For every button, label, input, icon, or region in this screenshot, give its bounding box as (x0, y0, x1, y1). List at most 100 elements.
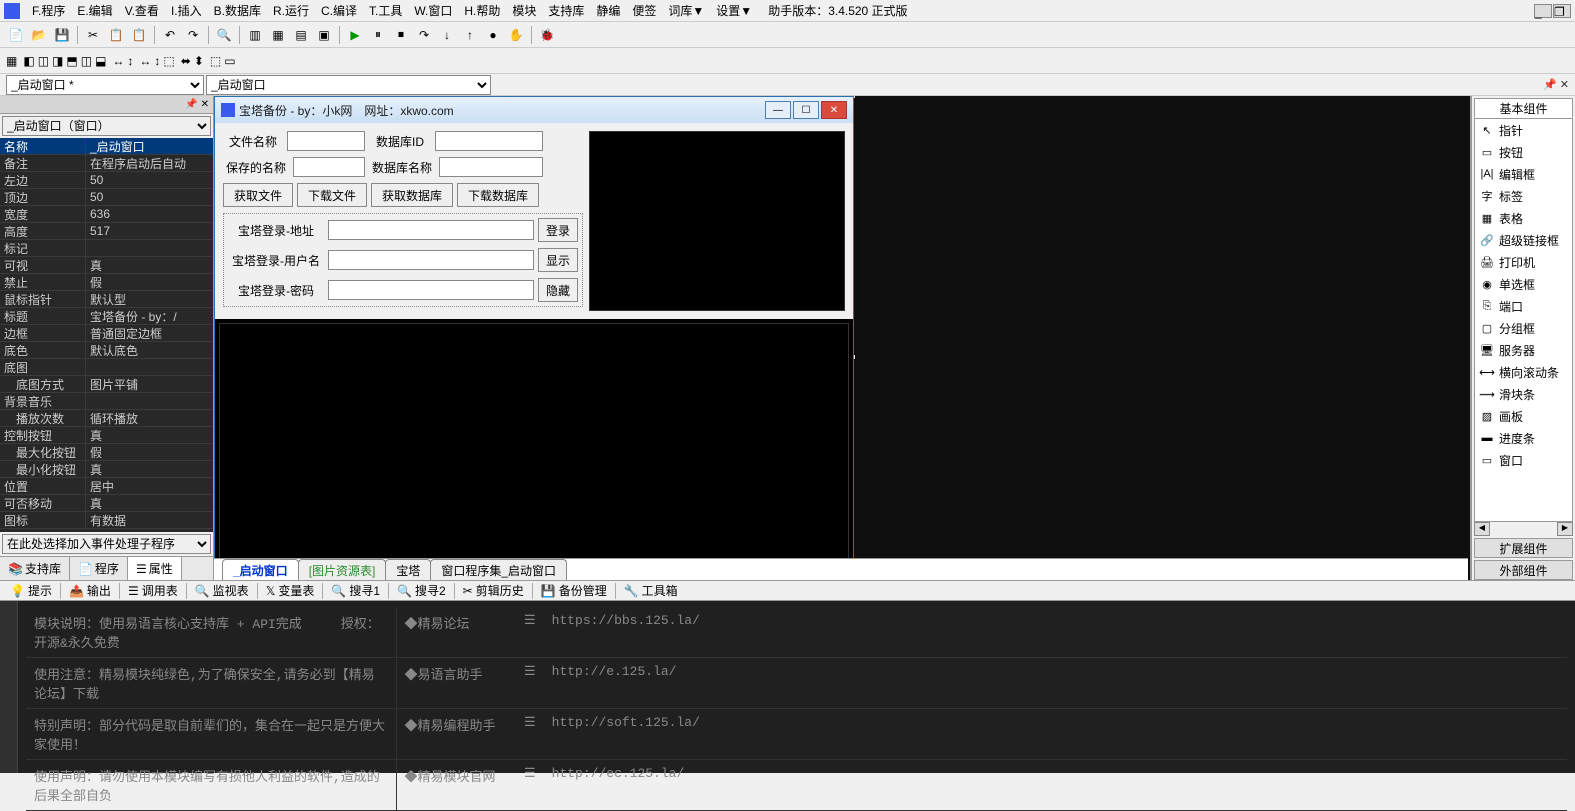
property-row[interactable]: 顶边50 (0, 189, 213, 206)
menu-settings[interactable]: 设置▼ (710, 2, 758, 19)
property-value[interactable]: 假 (86, 274, 213, 290)
menu-insert[interactable]: I.插入 (165, 2, 208, 19)
property-value[interactable]: 50 (86, 172, 213, 188)
hand-icon[interactable]: ✋ (506, 25, 526, 45)
tab-program[interactable]: 📄程序 (70, 557, 128, 580)
window-select1[interactable]: _启动窗口 * (6, 75, 204, 95)
bug-icon[interactable]: 🐞 (537, 25, 557, 45)
property-row[interactable]: 位置居中 (0, 478, 213, 495)
input-dbid[interactable] (435, 131, 543, 151)
out-calltable[interactable]: ☰调用表 (122, 580, 184, 601)
property-row[interactable]: 标记 (0, 240, 213, 257)
tab-extend-components[interactable]: 扩展组件 (1474, 538, 1573, 558)
save-icon[interactable]: 💾 (52, 25, 72, 45)
input-savename[interactable] (293, 157, 365, 177)
property-value[interactable]: 默认型 (86, 291, 213, 307)
property-value[interactable]: 636 (86, 206, 213, 222)
btn-dldb[interactable]: 下载数据库 (457, 183, 539, 207)
property-value[interactable]: 假 (86, 444, 213, 460)
object-selector[interactable]: _启动窗口（窗口） (2, 116, 211, 136)
property-value[interactable]: 真 (86, 461, 213, 477)
property-value[interactable]: 真 (86, 495, 213, 511)
console-url[interactable]: http://ec.125.la/ (544, 760, 1567, 811)
paste-icon[interactable]: 📋 (129, 25, 149, 45)
undo-icon[interactable]: ↶ (160, 25, 180, 45)
tab-windowset[interactable]: 窗口程序集_启动窗口 (430, 559, 567, 581)
property-value[interactable]: _启动窗口 (86, 138, 213, 154)
tab-startwindow[interactable]: _启动窗口 (222, 559, 299, 581)
window-minimize-button[interactable]: _ (1534, 4, 1552, 18)
property-value[interactable]: 在程序启动后自动 (86, 155, 213, 171)
component-item[interactable]: ▬进度条 (1475, 427, 1572, 449)
property-value[interactable]: 50 (86, 189, 213, 205)
stop-icon[interactable]: ⏹ (391, 25, 411, 45)
tab-imageres[interactable]: [图片资源表] (298, 559, 387, 581)
form-maximize-button[interactable]: ☐ (793, 101, 819, 119)
property-row[interactable]: 高度517 (0, 223, 213, 240)
form-designer-canvas[interactable]: 宝塔备份 - by：小k网 网址：xkwo.com — ☐ ✕ 文件名称 数据库… (214, 96, 1471, 580)
property-row[interactable]: 边框普通固定边框 (0, 325, 213, 342)
align-grid-icon[interactable]: ▦ (6, 54, 17, 68)
btn-getdb[interactable]: 获取数据库 (371, 183, 453, 207)
form-minimize-button[interactable]: — (765, 101, 791, 119)
menu-static[interactable]: 静编 (590, 2, 626, 19)
component-item[interactable]: ◉单选框 (1475, 273, 1572, 295)
component-item[interactable]: 🔗超级链接框 (1475, 229, 1572, 251)
layout2-icon[interactable]: ▦ (268, 25, 288, 45)
menu-help[interactable]: H.帮助 (458, 2, 506, 19)
component-item[interactable]: ▨画板 (1475, 405, 1572, 427)
pause-icon[interactable]: ⏸ (368, 25, 388, 45)
console-url[interactable]: http://e.125.la/ (544, 658, 1567, 709)
property-value[interactable]: 真 (86, 427, 213, 443)
tab-baota[interactable]: 宝塔 (385, 559, 431, 581)
input-btuser[interactable] (328, 250, 534, 270)
property-row[interactable]: 可否移动真 (0, 495, 213, 512)
property-row[interactable]: 备注在程序启动后自动 (0, 155, 213, 172)
component-item[interactable]: ▦表格 (1475, 207, 1572, 229)
property-value[interactable]: 循环播放 (86, 410, 213, 426)
property-row[interactable]: 最大化按钮假 (0, 444, 213, 461)
property-row[interactable]: 背景音乐 (0, 393, 213, 410)
menu-program[interactable]: F.程序 (26, 2, 71, 19)
menu-database[interactable]: B.数据库 (208, 2, 267, 19)
menu-module[interactable]: 模块 (506, 2, 542, 19)
console-url[interactable]: http://soft.125.la/ (544, 709, 1567, 760)
same-h-icon[interactable]: ↕ (154, 54, 160, 68)
form-titlebar[interactable]: 宝塔备份 - by：小k网 网址：xkwo.com — ☐ ✕ (215, 97, 853, 123)
property-value[interactable]: 默认底色 (86, 342, 213, 358)
btn-show[interactable]: 显示 (538, 248, 578, 272)
align-bottom-icon[interactable]: ⬓ (95, 54, 106, 68)
property-row[interactable]: 可视真 (0, 257, 213, 274)
property-value[interactable] (86, 240, 213, 256)
lock-icon[interactable]: ⬚ (210, 54, 221, 68)
panel-pin-close[interactable]: 📌 ✕ (1543, 78, 1569, 91)
menu-dict[interactable]: 词库▼ (662, 2, 710, 19)
console-url[interactable]: https://bbs.125.la/ (544, 607, 1567, 658)
form-window[interactable]: 宝塔备份 - by：小k网 网址：xkwo.com — ☐ ✕ 文件名称 数据库… (214, 96, 854, 564)
component-item[interactable]: |A|编辑框 (1475, 163, 1572, 185)
btn-getfile[interactable]: 获取文件 (223, 183, 293, 207)
component-item[interactable]: ⟷横向滚动条 (1475, 361, 1572, 383)
stepover-icon[interactable]: ↷ (414, 25, 434, 45)
component-item[interactable]: ⟿滑块条 (1475, 383, 1572, 405)
component-item[interactable]: ▢分组框 (1475, 317, 1572, 339)
tab-external-components[interactable]: 外部组件 (1474, 560, 1573, 580)
dist-h-icon[interactable]: ↔ (112, 54, 124, 68)
component-item[interactable]: ▭窗口 (1475, 449, 1572, 471)
property-row[interactable]: 左边50 (0, 172, 213, 189)
property-list[interactable]: 名称_启动窗口备注在程序启动后自动左边50顶边50宽度636高度517标记可视真… (0, 138, 213, 532)
component-item[interactable]: 🖨打印机 (1475, 251, 1572, 273)
component-item[interactable]: ↖指针 (1475, 119, 1572, 141)
window-restore-button[interactable]: ❐ (1553, 4, 1571, 18)
menu-compile[interactable]: C.编译 (315, 2, 363, 19)
btn-dlfile[interactable]: 下载文件 (297, 183, 367, 207)
panel-pin[interactable]: 📌 ✕ (0, 96, 213, 114)
property-value[interactable]: 真 (86, 257, 213, 273)
copy-icon[interactable]: 📋 (106, 25, 126, 45)
layout4-icon[interactable]: ▣ (314, 25, 334, 45)
same-w-icon[interactable]: ↔ (139, 54, 151, 68)
out-vars[interactable]: 𝕏变量表 (260, 580, 321, 601)
menu-note[interactable]: 便签 (626, 2, 662, 19)
property-row[interactable]: 播放次数循环播放 (0, 410, 213, 427)
property-row[interactable]: 鼠标指针默认型 (0, 291, 213, 308)
